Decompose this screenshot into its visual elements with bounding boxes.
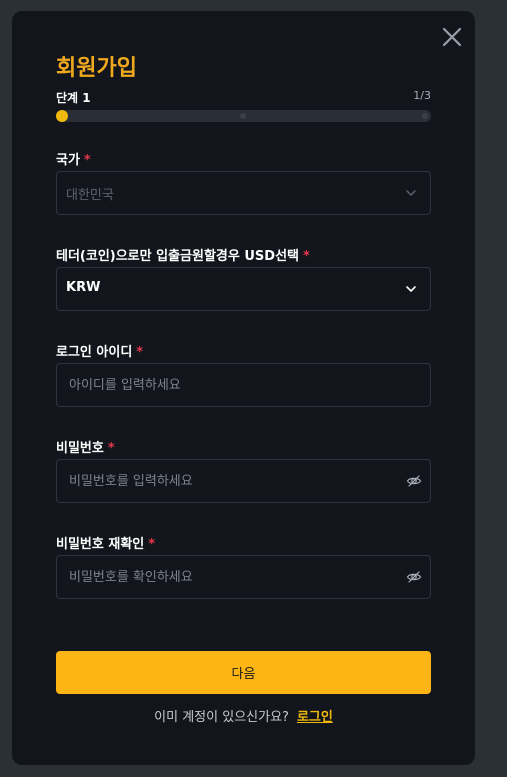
- required-mark: *: [148, 537, 156, 552]
- currency-label: 테더(코인)으로만 입출금원할경우 USD선택 *: [56, 249, 310, 264]
- required-mark: *: [83, 153, 91, 168]
- close-icon[interactable]: [440, 25, 464, 49]
- currency-select[interactable]: KRW: [56, 267, 431, 311]
- password-field-box: [56, 459, 431, 503]
- country-value: 대한민국: [66, 188, 114, 203]
- signup-modal: 회원가입 단계 1 1/3 국가 * 대한민국 테더(코인)으로만 입출금원할경우…: [12, 11, 475, 765]
- password-confirm-input[interactable]: [57, 556, 389, 598]
- required-mark: *: [136, 345, 144, 360]
- progress-step-1: [56, 110, 68, 122]
- step-count: 1/3: [413, 89, 431, 102]
- step-label: 단계 1: [56, 91, 91, 105]
- login-id-field-box: [56, 363, 431, 407]
- required-mark: *: [107, 441, 115, 456]
- country-select[interactable]: 대한민국: [56, 171, 431, 215]
- page-title: 회원가입: [56, 56, 137, 81]
- next-button[interactable]: 다음: [56, 651, 431, 694]
- login-link[interactable]: 로그인: [297, 710, 333, 725]
- progress-step-2: [240, 113, 246, 119]
- eye-off-icon[interactable]: [406, 473, 422, 489]
- country-label: 국가 *: [56, 153, 91, 168]
- progress-bar: [56, 110, 431, 122]
- chevron-down-icon: [406, 286, 416, 293]
- password-label: 비밀번호 *: [56, 441, 115, 456]
- required-mark: *: [303, 249, 310, 264]
- login-question: 이미 계정이 있으신가요?: [154, 710, 289, 725]
- password-confirm-label: 비밀번호 재확인 *: [56, 537, 156, 552]
- login-prompt: 이미 계정이 있으신가요? 로그인: [12, 706, 475, 725]
- progress-step-3: [422, 113, 428, 119]
- login-id-label: 로그인 아이디 *: [56, 345, 144, 360]
- currency-value: KRW: [66, 280, 101, 295]
- chevron-down-icon: [406, 190, 416, 197]
- password-input[interactable]: [57, 460, 389, 502]
- login-id-input[interactable]: [57, 364, 389, 406]
- eye-off-icon[interactable]: [406, 569, 422, 585]
- password-confirm-field-box: [56, 555, 431, 599]
